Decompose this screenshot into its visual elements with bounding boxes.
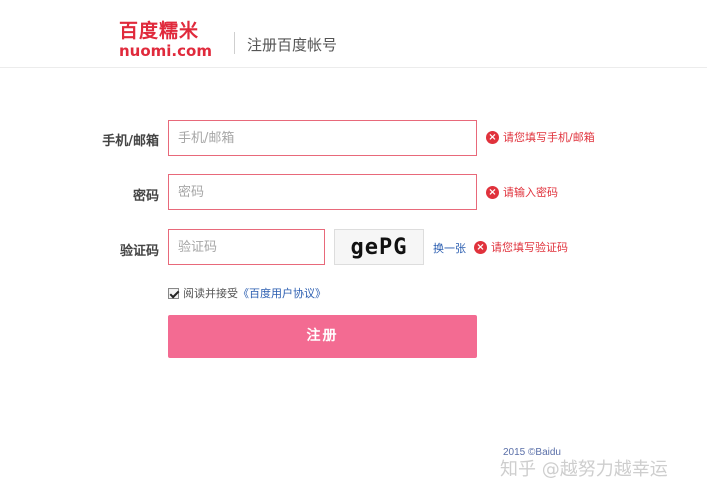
header-divider (234, 32, 235, 54)
captcha-input[interactable] (168, 229, 325, 265)
captcha-error-text: 请您填写验证码 (491, 241, 568, 254)
header: 百度糯米 nuomi.com 注册百度帐号 (0, 0, 707, 68)
page-title: 注册百度帐号 (247, 36, 338, 54)
error-x-circle-icon: × (486, 130, 499, 144)
password-error: × 请输入密码 (486, 184, 558, 200)
password-input[interactable] (168, 174, 477, 210)
error-x-circle-icon: × (486, 185, 499, 199)
user-agreement-link[interactable]: 《百度用户协议》 (238, 285, 326, 301)
error-x-circle-icon: × (474, 240, 487, 254)
captcha-label: 验证码 (119, 244, 159, 259)
phone-error: × 请您填写手机/邮箱 (486, 129, 595, 145)
phone-email-input[interactable] (168, 120, 477, 156)
password-error-text: 请输入密码 (503, 186, 558, 199)
agreement: 阅读并接受 《百度用户协议》 (168, 285, 326, 301)
logo[interactable]: 百度糯米 nuomi.com (119, 20, 212, 60)
phone-label: 手机/邮箱 (102, 134, 159, 149)
agreement-checkbox[interactable] (168, 287, 179, 299)
watermark: 知乎 @越努力越幸运 (500, 459, 668, 480)
logo-cn-text: 百度糯米 (119, 20, 200, 42)
logo-en-text: nuomi.com (119, 42, 212, 60)
captcha-image-text: gePG (350, 234, 408, 260)
refresh-captcha-link[interactable]: 换一张 (433, 240, 466, 256)
captcha-image[interactable]: gePG (334, 229, 424, 265)
agreement-text: 阅读并接受 (183, 287, 238, 300)
captcha-error: × 请您填写验证码 (474, 239, 568, 255)
password-label: 密码 (132, 189, 159, 204)
phone-error-text: 请您填写手机/邮箱 (503, 131, 595, 144)
register-button[interactable]: 注册 (168, 315, 477, 358)
